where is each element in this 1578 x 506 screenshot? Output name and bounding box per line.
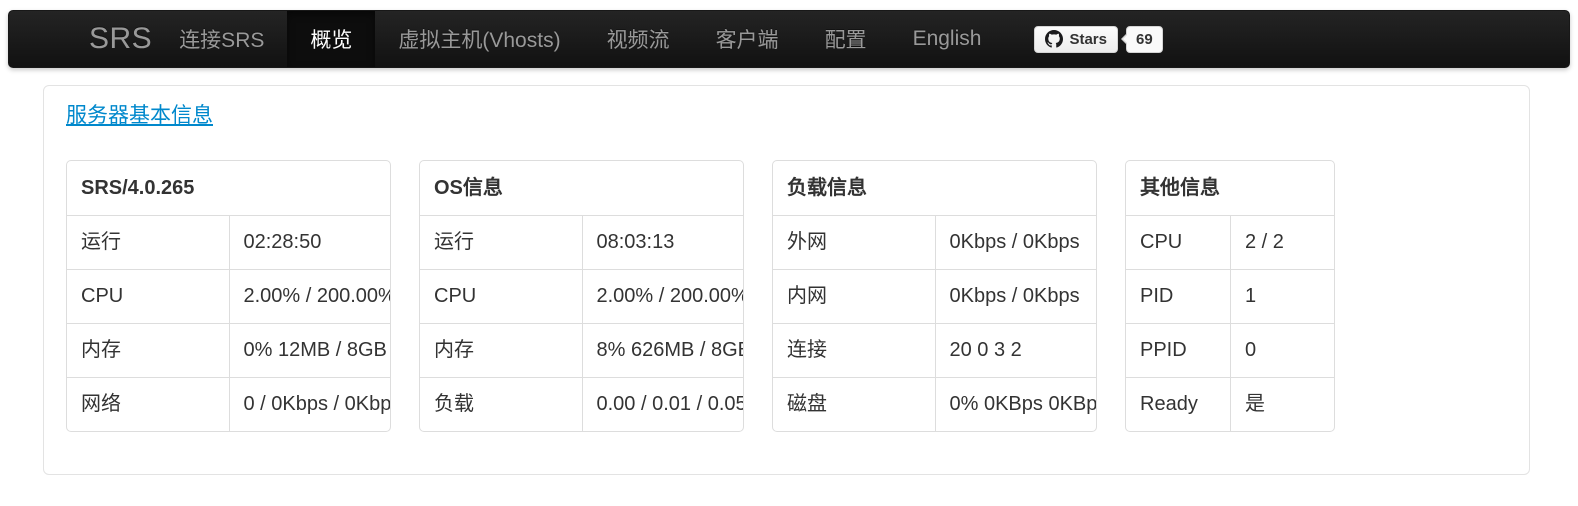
row-label: 磁盘 [773,377,935,431]
table-row: CPU2.00% / 200.00% [420,269,743,323]
nav-item-clients[interactable]: 客户端 [693,11,802,67]
row-value: 0.00 / 0.01 / 0.05 [582,377,744,431]
table-header-row: 负载信息 [773,161,1096,215]
nav-item-config[interactable]: 配置 [802,11,890,67]
table-title: SRS/4.0.265 [67,161,390,215]
row-value: 2 / 2 [1230,215,1334,269]
github-stars-label: Stars [1069,31,1107,48]
nav-item-connect-srs[interactable]: 连接SRS [156,11,287,67]
table-row: 内存0% 12MB / 8GB [67,323,390,377]
row-value: 02:28:50 [229,215,391,269]
table-row: 内网0Kbps / 0Kbps [773,269,1096,323]
table-row: PPID0 [1126,323,1334,377]
row-label: Ready [1126,377,1230,431]
info-tables: SRS/4.0.265运行02:28:50CPU2.00% / 200.00%内… [66,160,1505,432]
row-value: 0 [1230,323,1334,377]
github-stars-button[interactable]: Stars [1034,26,1118,53]
table-header-row: OS信息 [420,161,743,215]
table-row: 外网0Kbps / 0Kbps [773,215,1096,269]
table-row: 运行08:03:13 [420,215,743,269]
table-other-info: 其他信息CPU2 / 2PID1PPID0Ready是 [1125,160,1335,432]
row-value: 0Kbps / 0Kbps [935,269,1097,323]
nav-item-streams[interactable]: 视频流 [584,11,693,67]
table-title: 负载信息 [773,161,1096,215]
table-row: CPU2 / 2 [1126,215,1334,269]
row-value: 0Kbps / 0Kbps [935,215,1097,269]
row-label: CPU [67,269,229,323]
row-label: 外网 [773,215,935,269]
table-row: CPU2.00% / 200.00% [67,269,390,323]
table-title: OS信息 [420,161,743,215]
row-label: PID [1126,269,1230,323]
table-load-info: 负载信息外网0Kbps / 0Kbps内网0Kbps / 0Kbps连接20 0… [772,160,1097,432]
table-row: 负载0.00 / 0.01 / 0.05 [420,377,743,431]
table-header-row: 其他信息 [1126,161,1334,215]
brand-logo[interactable]: SRS [9,11,152,67]
row-value: 8% 626MB / 8GB [582,323,744,377]
row-label: 网络 [67,377,229,431]
table-row: 连接20 0 3 2 [773,323,1096,377]
server-info-panel: 服务器基本信息 SRS/4.0.265运行02:28:50CPU2.00% / … [43,85,1530,475]
row-label: 内网 [773,269,935,323]
row-value: 08:03:13 [582,215,744,269]
row-value: 0% 0KBps 0KBps [935,377,1097,431]
nav-item-english[interactable]: English [890,11,1005,67]
github-stars-widget: Stars 69 [1034,11,1162,67]
row-value: 是 [1230,377,1334,431]
row-label: 连接 [773,323,935,377]
row-value: 0 / 0Kbps / 0Kbps [229,377,391,431]
row-value: 0% 12MB / 8GB [229,323,391,377]
row-value: 2.00% / 200.00% [582,269,744,323]
row-label: 运行 [420,215,582,269]
table-row: 内存8% 626MB / 8GB [420,323,743,377]
row-value: 1 [1230,269,1334,323]
nav-item-overview[interactable]: 概览 [287,11,375,67]
row-label: 内存 [420,323,582,377]
row-label: 负载 [420,377,582,431]
navbar: SRS 连接SRS概览虚拟主机(Vhosts)视频流客户端配置English S… [8,10,1570,68]
table-row: 运行02:28:50 [67,215,390,269]
github-icon [1045,30,1063,48]
row-label: CPU [1126,215,1230,269]
table-title: 其他信息 [1126,161,1334,215]
table-row: 磁盘0% 0KBps 0KBps [773,377,1096,431]
nav-item-vhosts[interactable]: 虚拟主机(Vhosts) [375,11,583,67]
row-value: 20 0 3 2 [935,323,1097,377]
table-row: 网络0 / 0Kbps / 0Kbps [67,377,390,431]
row-label: PPID [1126,323,1230,377]
table-header-row: SRS/4.0.265 [67,161,390,215]
table-row: Ready是 [1126,377,1334,431]
row-value: 2.00% / 200.00% [229,269,391,323]
table-os-info: OS信息运行08:03:13CPU2.00% / 200.00%内存8% 626… [419,160,744,432]
github-star-count[interactable]: 69 [1126,26,1163,53]
row-label: CPU [420,269,582,323]
server-info-link[interactable]: 服务器基本信息 [66,99,213,129]
row-label: 运行 [67,215,229,269]
table-row: PID1 [1126,269,1334,323]
row-label: 内存 [67,323,229,377]
table-srs-info: SRS/4.0.265运行02:28:50CPU2.00% / 200.00%内… [66,160,391,432]
nav-menu: 连接SRS概览虚拟主机(Vhosts)视频流客户端配置English [156,11,1004,67]
